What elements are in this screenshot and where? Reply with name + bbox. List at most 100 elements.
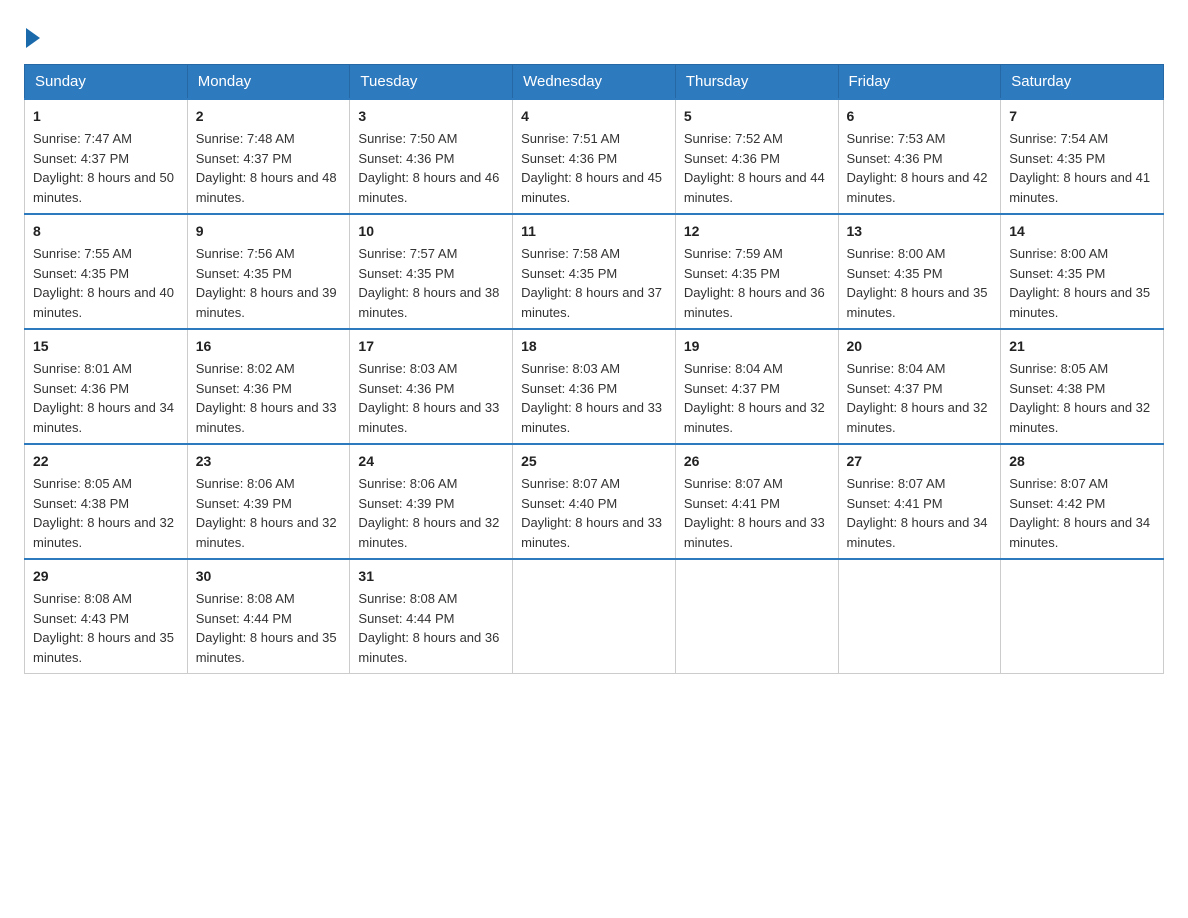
day-number: 20 (847, 336, 993, 357)
week-row-1: 1 Sunrise: 7:47 AMSunset: 4:37 PMDaylight… (25, 99, 1164, 214)
day-number: 27 (847, 451, 993, 472)
table-row: 7Sunrise: 7:54 AMSunset: 4:35 PMDaylight… (1001, 99, 1164, 214)
table-row: 1 Sunrise: 7:47 AMSunset: 4:37 PMDaylight… (25, 99, 188, 214)
day-info: Sunrise: 7:51 AMSunset: 4:36 PMDaylight:… (521, 131, 662, 205)
day-number: 11 (521, 221, 667, 242)
table-row: 12 Sunrise: 7:59 AMSunset: 4:35 PMDayligh… (675, 214, 838, 329)
week-row-3: 15 Sunrise: 8:01 AMSunset: 4:36 PMDayligh… (25, 329, 1164, 444)
table-row: 11 Sunrise: 7:58 AMSunset: 4:35 PMDayligh… (513, 214, 676, 329)
table-row (838, 559, 1001, 674)
day-number: 13 (847, 221, 993, 242)
table-row: 23Sunrise: 8:06 AMSunset: 4:39 PMDayligh… (187, 444, 350, 559)
day-info: Sunrise: 8:08 AMSunset: 4:43 PMDaylight:… (33, 591, 174, 665)
table-row: 27 Sunrise: 8:07 AMSunset: 4:41 PMDayligh… (838, 444, 1001, 559)
calendar-header-row: SundayMondayTuesdayWednesdayThursdayFrid… (25, 65, 1164, 100)
table-row: 5 Sunrise: 7:52 AMSunset: 4:36 PMDaylight… (675, 99, 838, 214)
day-number: 8 (33, 221, 179, 242)
day-info: Sunrise: 7:47 AMSunset: 4:37 PMDaylight:… (33, 131, 174, 205)
table-row: 21 Sunrise: 8:05 AMSunset: 4:38 PMDayligh… (1001, 329, 1164, 444)
day-number: 12 (684, 221, 830, 242)
day-number: 15 (33, 336, 179, 357)
day-number: 1 (33, 106, 179, 127)
calendar-table: SundayMondayTuesdayWednesdayThursdayFrid… (24, 64, 1164, 674)
table-row: 31 Sunrise: 8:08 AMSunset: 4:44 PMDayligh… (350, 559, 513, 674)
day-number: 31 (358, 566, 504, 587)
day-number: 10 (358, 221, 504, 242)
day-number: 5 (684, 106, 830, 127)
table-row: 26 Sunrise: 8:07 AMSunset: 4:41 PMDayligh… (675, 444, 838, 559)
day-info: Sunrise: 8:07 AMSunset: 4:41 PMDaylight:… (847, 476, 988, 550)
table-row: 19 Sunrise: 8:04 AMSunset: 4:37 PMDayligh… (675, 329, 838, 444)
day-number: 4 (521, 106, 667, 127)
table-row: 25Sunrise: 8:07 AMSunset: 4:40 PMDayligh… (513, 444, 676, 559)
table-row: 29Sunrise: 8:08 AMSunset: 4:43 PMDayligh… (25, 559, 188, 674)
table-row: 22 Sunrise: 8:05 AMSunset: 4:38 PMDayligh… (25, 444, 188, 559)
col-header-wednesday: Wednesday (513, 65, 676, 100)
day-number: 30 (196, 566, 342, 587)
table-row (675, 559, 838, 674)
day-number: 16 (196, 336, 342, 357)
day-info: Sunrise: 7:52 AMSunset: 4:36 PMDaylight:… (684, 131, 825, 205)
day-info: Sunrise: 8:01 AMSunset: 4:36 PMDaylight:… (33, 361, 174, 435)
week-row-4: 22 Sunrise: 8:05 AMSunset: 4:38 PMDayligh… (25, 444, 1164, 559)
table-row: 18Sunrise: 8:03 AMSunset: 4:36 PMDayligh… (513, 329, 676, 444)
day-info: Sunrise: 8:05 AMSunset: 4:38 PMDaylight:… (33, 476, 174, 550)
table-row: 9 Sunrise: 7:56 AMSunset: 4:35 PMDaylight… (187, 214, 350, 329)
day-number: 28 (1009, 451, 1155, 472)
week-row-5: 29Sunrise: 8:08 AMSunset: 4:43 PMDayligh… (25, 559, 1164, 674)
day-info: Sunrise: 7:48 AMSunset: 4:37 PMDaylight:… (196, 131, 337, 205)
day-info: Sunrise: 8:08 AMSunset: 4:44 PMDaylight:… (358, 591, 499, 665)
table-row: 13 Sunrise: 8:00 AMSunset: 4:35 PMDayligh… (838, 214, 1001, 329)
day-info: Sunrise: 8:04 AMSunset: 4:37 PMDaylight:… (684, 361, 825, 435)
day-info: Sunrise: 7:56 AMSunset: 4:35 PMDaylight:… (196, 246, 337, 320)
day-info: Sunrise: 8:02 AMSunset: 4:36 PMDaylight:… (196, 361, 337, 435)
table-row: 6Sunrise: 7:53 AMSunset: 4:36 PMDaylight… (838, 99, 1001, 214)
col-header-sunday: Sunday (25, 65, 188, 100)
day-info: Sunrise: 8:07 AMSunset: 4:41 PMDaylight:… (684, 476, 825, 550)
table-row: 17 Sunrise: 8:03 AMSunset: 4:36 PMDayligh… (350, 329, 513, 444)
table-row (1001, 559, 1164, 674)
table-row: 15 Sunrise: 8:01 AMSunset: 4:36 PMDayligh… (25, 329, 188, 444)
day-number: 17 (358, 336, 504, 357)
table-row: 24 Sunrise: 8:06 AMSunset: 4:39 PMDayligh… (350, 444, 513, 559)
day-info: Sunrise: 8:00 AMSunset: 4:35 PMDaylight:… (1009, 246, 1150, 320)
day-number: 3 (358, 106, 504, 127)
day-number: 9 (196, 221, 342, 242)
table-row: 2 Sunrise: 7:48 AMSunset: 4:37 PMDaylight… (187, 99, 350, 214)
day-info: Sunrise: 7:58 AMSunset: 4:35 PMDaylight:… (521, 246, 662, 320)
day-number: 7 (1009, 106, 1155, 127)
day-info: Sunrise: 8:04 AMSunset: 4:37 PMDaylight:… (847, 361, 988, 435)
logo-triangle-icon (26, 28, 40, 48)
day-number: 24 (358, 451, 504, 472)
day-number: 14 (1009, 221, 1155, 242)
day-info: Sunrise: 8:08 AMSunset: 4:44 PMDaylight:… (196, 591, 337, 665)
table-row: 16 Sunrise: 8:02 AMSunset: 4:36 PMDayligh… (187, 329, 350, 444)
table-row (513, 559, 676, 674)
table-row: 4 Sunrise: 7:51 AMSunset: 4:36 PMDaylight… (513, 99, 676, 214)
table-row: 10 Sunrise: 7:57 AMSunset: 4:35 PMDayligh… (350, 214, 513, 329)
table-row: 28Sunrise: 8:07 AMSunset: 4:42 PMDayligh… (1001, 444, 1164, 559)
col-header-tuesday: Tuesday (350, 65, 513, 100)
day-number: 19 (684, 336, 830, 357)
day-info: Sunrise: 8:05 AMSunset: 4:38 PMDaylight:… (1009, 361, 1150, 435)
day-info: Sunrise: 8:07 AMSunset: 4:40 PMDaylight:… (521, 476, 662, 550)
day-info: Sunrise: 8:06 AMSunset: 4:39 PMDaylight:… (358, 476, 499, 550)
day-info: Sunrise: 8:03 AMSunset: 4:36 PMDaylight:… (358, 361, 499, 435)
day-info: Sunrise: 7:55 AMSunset: 4:35 PMDaylight:… (33, 246, 174, 320)
day-number: 22 (33, 451, 179, 472)
day-info: Sunrise: 7:53 AMSunset: 4:36 PMDaylight:… (847, 131, 988, 205)
day-info: Sunrise: 7:59 AMSunset: 4:35 PMDaylight:… (684, 246, 825, 320)
day-number: 21 (1009, 336, 1155, 357)
col-header-thursday: Thursday (675, 65, 838, 100)
col-header-saturday: Saturday (1001, 65, 1164, 100)
col-header-friday: Friday (838, 65, 1001, 100)
table-row: 30 Sunrise: 8:08 AMSunset: 4:44 PMDayligh… (187, 559, 350, 674)
day-number: 2 (196, 106, 342, 127)
week-row-2: 8 Sunrise: 7:55 AMSunset: 4:35 PMDaylight… (25, 214, 1164, 329)
day-info: Sunrise: 7:57 AMSunset: 4:35 PMDaylight:… (358, 246, 499, 320)
day-info: Sunrise: 8:00 AMSunset: 4:35 PMDaylight:… (847, 246, 988, 320)
table-row: 3Sunrise: 7:50 AMSunset: 4:36 PMDaylight… (350, 99, 513, 214)
day-number: 23 (196, 451, 342, 472)
day-number: 26 (684, 451, 830, 472)
table-row: 20 Sunrise: 8:04 AMSunset: 4:37 PMDayligh… (838, 329, 1001, 444)
